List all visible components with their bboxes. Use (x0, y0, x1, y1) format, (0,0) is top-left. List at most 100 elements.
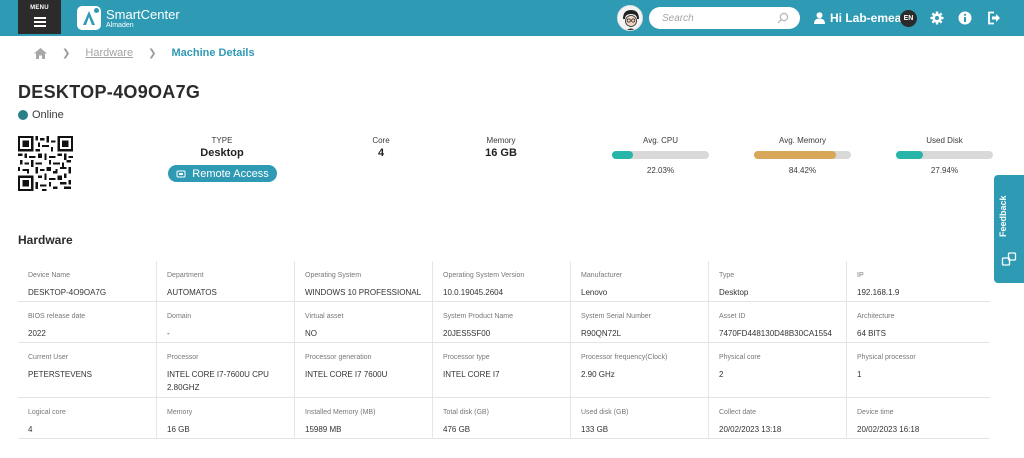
gauge-label: Avg. Memory (779, 136, 826, 145)
table-row: BIOS release date 2022 Domain - Virtual asse… (18, 302, 990, 343)
table-cell: Used disk (GB) 133 GB (570, 398, 708, 438)
remote-access-button[interactable]: Remote Access (168, 165, 277, 182)
avatar[interactable] (617, 5, 643, 31)
field-value: Desktop (719, 288, 749, 297)
field-value: 133 GB (581, 425, 609, 434)
table-cell: Asset ID 7470FD448130D48B30CA1554 (708, 302, 846, 342)
status-text: Online (32, 109, 64, 121)
field-value: WINDOWS 10 PROFESSIONAL (305, 288, 422, 297)
progress-fill (896, 151, 924, 159)
field-label: BIOS release date (28, 313, 86, 320)
memory-stat: Memory 16 GB (471, 136, 531, 159)
table-cell: Processor type INTEL CORE I7 (432, 343, 570, 397)
chevron-right-icon: ❯ (148, 47, 157, 59)
field-value: 192.168.1.9 (857, 288, 900, 297)
progress-track (612, 151, 709, 159)
field-value: R90QN72L (581, 329, 622, 338)
field-value: 20/02/2023 16:18 (857, 425, 920, 434)
field-value: 7470FD448130D48B30CA1554 (719, 329, 832, 338)
field-label: Department (167, 272, 204, 279)
progress-track (754, 151, 851, 159)
breadcrumb-current: Machine Details (171, 47, 255, 59)
user-menu[interactable]: Hi Lab-emea (814, 11, 901, 25)
table-cell: Operating System WINDOWS 10 PROFESSIONAL (294, 261, 432, 301)
field-value: INTEL CORE I7 (443, 370, 500, 379)
search-box[interactable] (649, 7, 800, 29)
smartcenter-logo-icon[interactable] (77, 6, 101, 30)
table-cell: Processor INTEL CORE I7-7600U CPU 2.80GHZ (156, 343, 294, 397)
field-label: Processor frequency(Clock) (581, 354, 668, 361)
top-bar: MENU SmartCenter Almaden Hi Lab-emea (0, 0, 1024, 36)
table-cell: System Product Name 20JES5SF00 (432, 302, 570, 342)
used-disk-gauge: Used Disk 27.94% (896, 136, 993, 175)
page-title: DESKTOP-4O9OA7G (18, 82, 201, 102)
core-value: 4 (377, 147, 385, 159)
field-label: Processor (167, 354, 199, 361)
search-icon[interactable] (777, 12, 789, 24)
field-value: 64 BITS (857, 329, 886, 338)
feedback-icon (1001, 252, 1017, 266)
hamburger-icon (33, 17, 46, 27)
field-label: System Serial Number (581, 313, 652, 320)
avg-cpu-gauge: Avg. CPU 22.03% (612, 136, 709, 175)
gauge-label: Avg. CPU (643, 136, 678, 145)
logout-icon[interactable] (987, 11, 1001, 25)
feedback-tab[interactable]: Feedback (994, 175, 1024, 283)
field-value: Lenovo (581, 288, 608, 297)
info-icon[interactable] (958, 11, 972, 25)
table-cell: Domain - (156, 302, 294, 342)
field-value: 2.90 GHz (581, 370, 615, 379)
field-label: System Product Name (443, 313, 514, 320)
field-label: Physical processor (857, 354, 916, 361)
field-value: PETERSTEVENS (28, 370, 93, 379)
table-cell: Installed Memory (MB) 15989 MB (294, 398, 432, 438)
field-value: NO (305, 329, 317, 338)
table-cell: Processor frequency(Clock) 2.90 GHz (570, 343, 708, 397)
gauge-value: 22.03% (646, 166, 675, 175)
type-value: Desktop (200, 147, 244, 159)
field-value: 1 (857, 370, 862, 379)
field-label: Operating System (305, 272, 362, 279)
table-cell: System Serial Number R90QN72L (570, 302, 708, 342)
table-cell: Virtual asset NO (294, 302, 432, 342)
home-icon[interactable] (34, 47, 47, 59)
table-cell: Device Name DESKTOP-4O9OA7G (18, 261, 156, 301)
field-label: Type (719, 272, 735, 279)
qr-code (18, 136, 73, 191)
field-label: Used disk (GB) (581, 409, 629, 416)
field-value: 2 (719, 370, 724, 379)
memory-label: Memory (486, 136, 516, 145)
field-label: Device Name (28, 272, 71, 279)
breadcrumb: ❯ Hardware ❯ Machine Details (34, 46, 255, 60)
type-stat: TYPE Desktop (182, 136, 262, 159)
gear-icon[interactable] (930, 11, 944, 25)
table-cell: Manufacturer Lenovo (570, 261, 708, 301)
field-label: Manufacturer (581, 272, 623, 279)
field-value: 20/02/2023 13:18 (719, 425, 782, 434)
field-value: DESKTOP-4O9OA7G (28, 288, 107, 297)
remote-access-label: Remote Access (192, 167, 269, 180)
field-label: Virtual asset (305, 313, 344, 320)
field-label: Collect date (719, 409, 756, 416)
field-label: Processor generation (305, 354, 372, 361)
type-label: TYPE (211, 136, 233, 145)
search-input[interactable] (649, 7, 769, 29)
field-value: INTEL CORE I7-7600U CPU 2.80GHZ (167, 370, 269, 392)
table-cell: Collect date 20/02/2023 13:18 (708, 398, 846, 438)
memory-value: 16 GB (485, 147, 517, 159)
table-cell: Type Desktop (708, 261, 846, 301)
brand-subtitle: Almaden (106, 22, 134, 29)
language-selector[interactable]: EN (900, 10, 917, 27)
field-value: 16 GB (167, 425, 190, 434)
field-label: Memory (167, 409, 193, 416)
field-label: Operating System Version (443, 272, 525, 279)
table-cell: IP 192.168.1.9 (846, 261, 984, 301)
brand-name: SmartCenter (106, 7, 180, 22)
core-stat: Core 4 (351, 136, 411, 159)
table-cell: Physical processor 1 (846, 343, 984, 397)
menu-label: MENU (30, 5, 49, 11)
menu-button[interactable]: MENU (18, 0, 61, 34)
breadcrumb-hardware-link[interactable]: Hardware (85, 47, 133, 59)
table-cell: Device time 20/02/2023 16:18 (846, 398, 984, 438)
gauge-label: Used Disk (926, 136, 963, 145)
